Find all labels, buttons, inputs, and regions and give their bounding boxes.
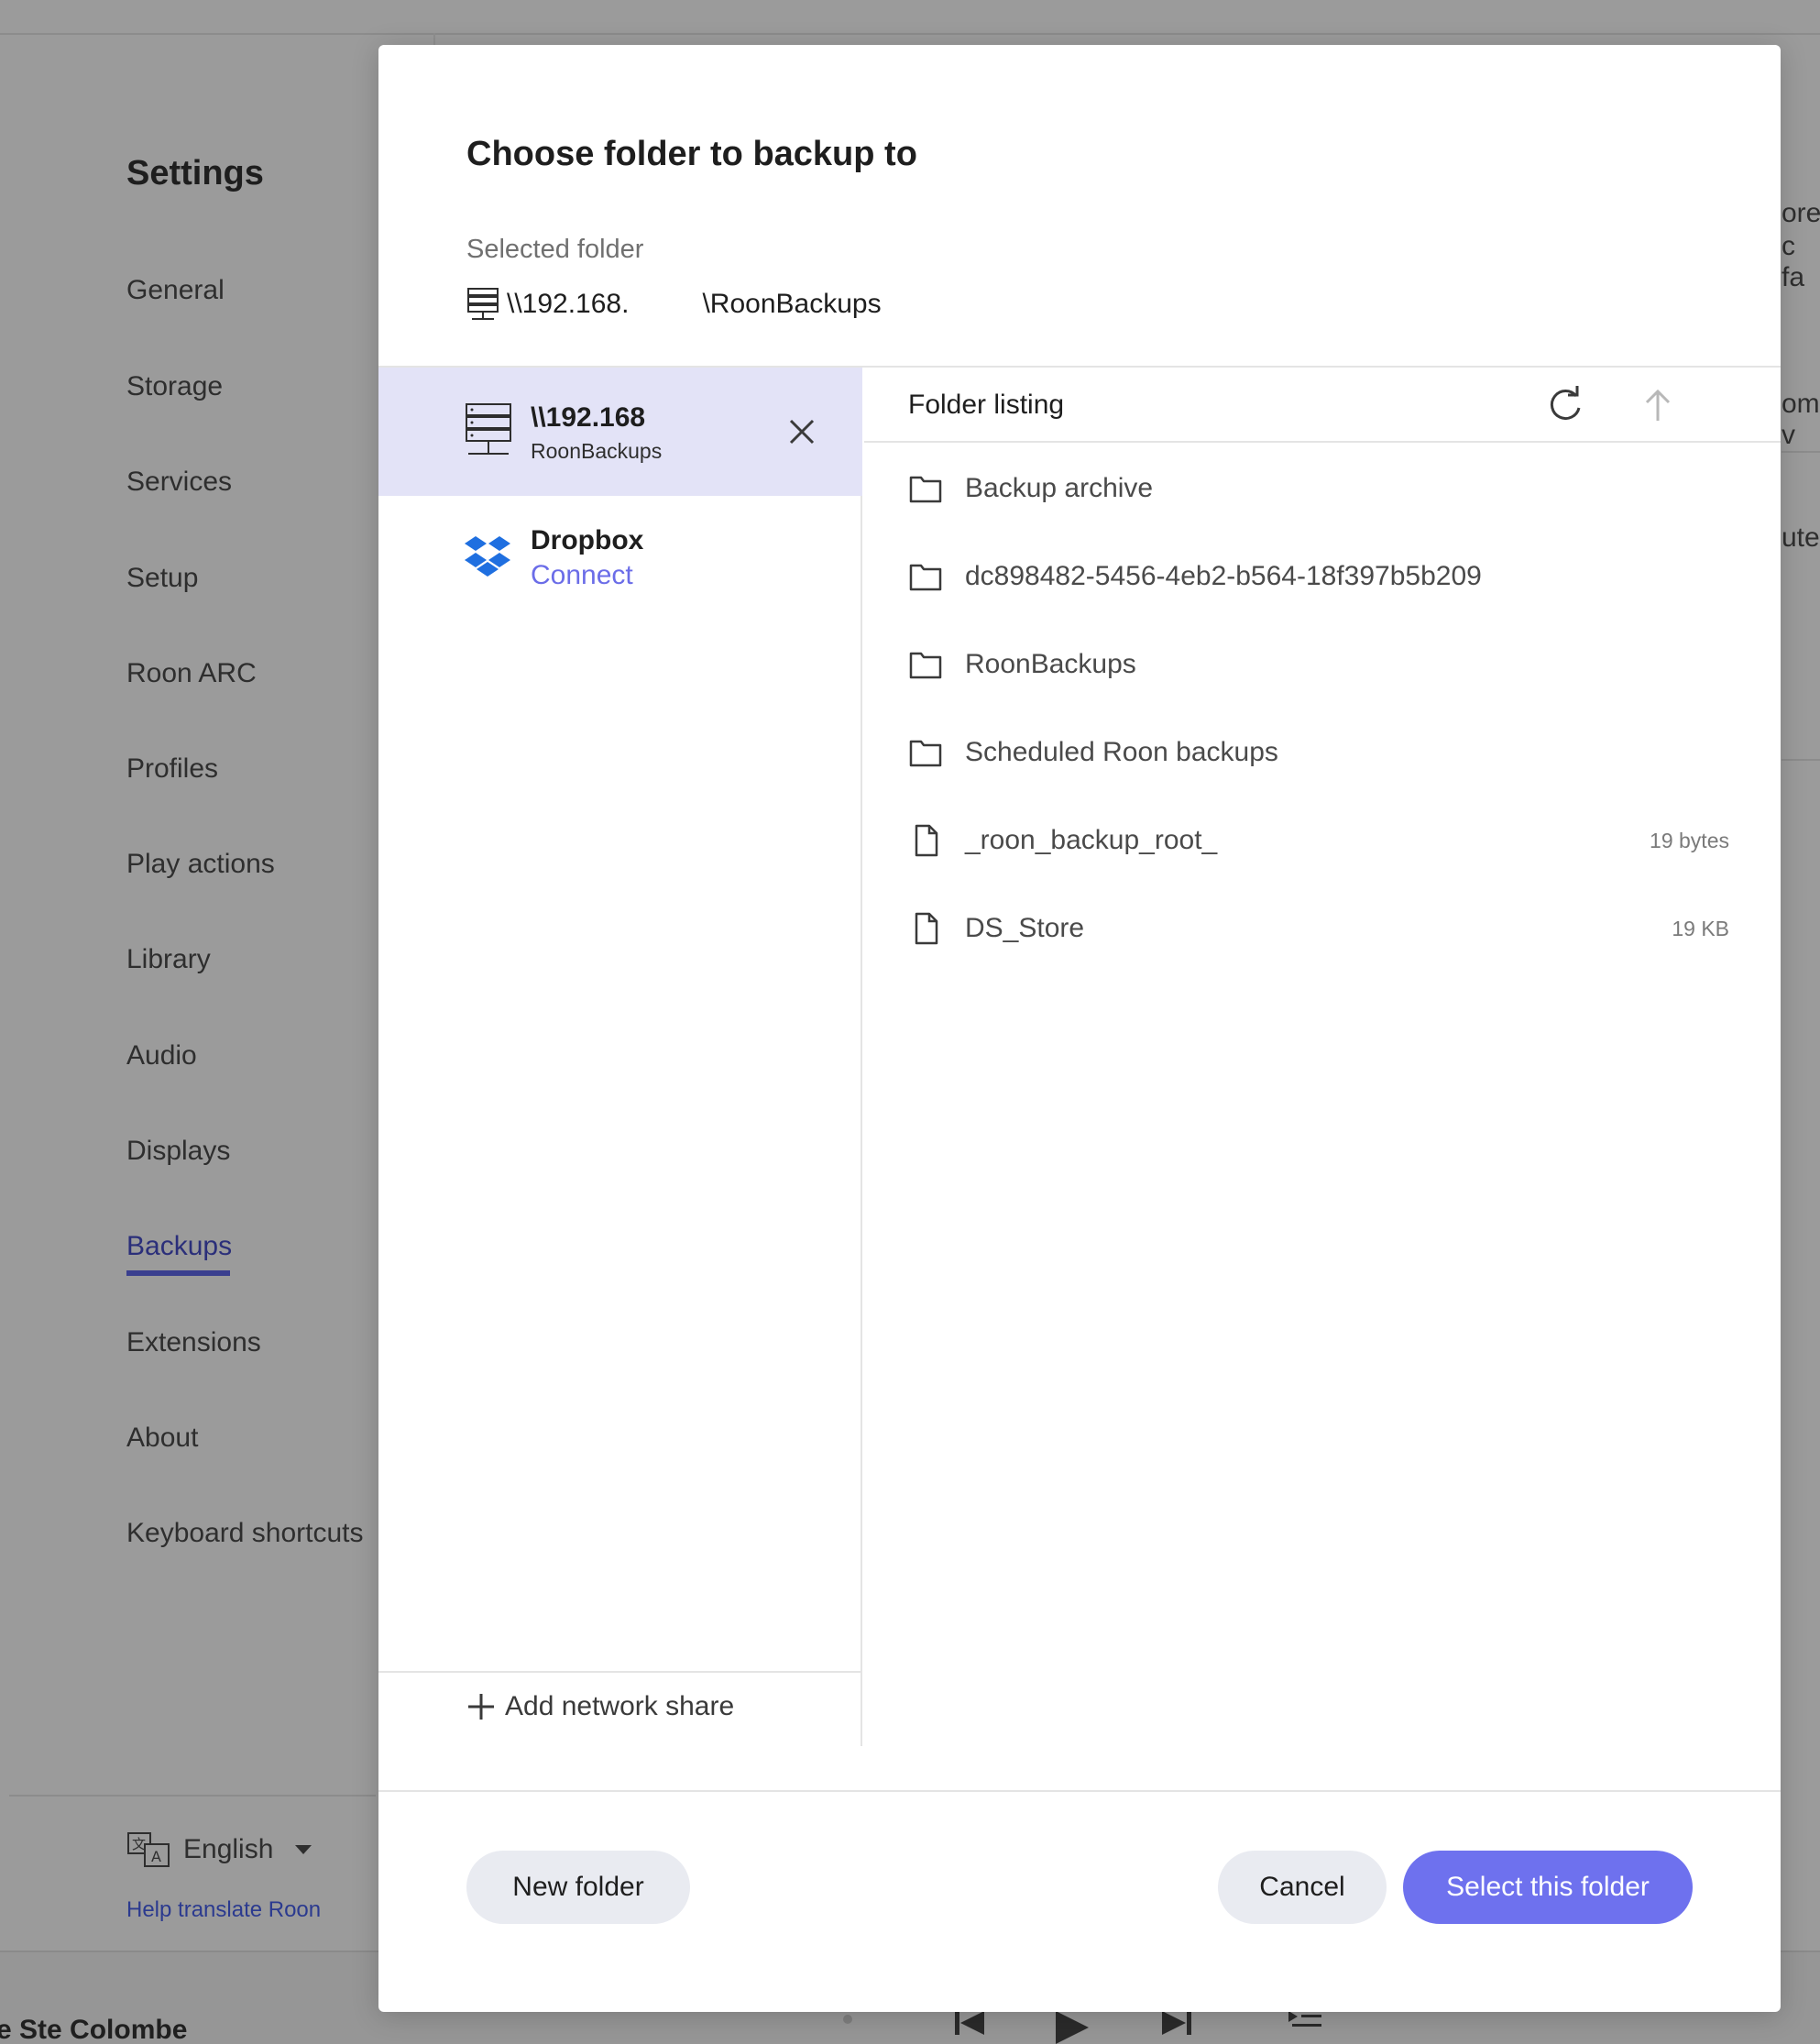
add-share-divider (378, 1671, 862, 1673)
nav-item-library[interactable]: Library (126, 944, 211, 975)
active-nav-underline (126, 1270, 230, 1276)
add-network-share-button[interactable]: Add network share (466, 1691, 734, 1722)
nav-item-backups[interactable]: Backups (126, 1231, 232, 1262)
nav-item-play-actions[interactable]: Play actions (126, 849, 275, 880)
cancel-button[interactable]: Cancel (1218, 1851, 1387, 1924)
selected-path-prefix: \\192.168. (507, 289, 630, 319)
nav-item-services[interactable]: Services (126, 467, 232, 498)
file-item[interactable]: DS_Store 19 KB (908, 885, 1751, 973)
dropbox-item[interactable]: Dropbox Connect (378, 496, 862, 597)
background-fragment: om v (1782, 389, 1820, 450)
network-share-item[interactable]: \\192.168 RoonBackups (378, 368, 862, 496)
folder-listing-header: Folder listing (864, 368, 1781, 443)
nav-item-keyboard-shortcuts[interactable]: Keyboard shortcuts (126, 1518, 363, 1549)
folder-icon (909, 652, 942, 679)
footer-divider (378, 1790, 1781, 1792)
nav-item-profiles[interactable]: Profiles (126, 753, 218, 785)
new-folder-button[interactable]: New folder (466, 1851, 690, 1924)
nav-item-extensions[interactable]: Extensions (126, 1327, 261, 1358)
language-label: English (183, 1834, 274, 1864)
server-icon (466, 403, 511, 455)
item-name: Scheduled Roon backups (965, 737, 1278, 767)
folder-item[interactable]: Backup archive (908, 445, 1751, 533)
file-item[interactable]: _roon_backup_root_ 19 bytes (908, 797, 1751, 885)
background-divider (1782, 759, 1820, 761)
item-name: Backup archive (965, 473, 1154, 503)
background-divider (1782, 451, 1820, 453)
caret-down-icon (295, 1845, 312, 1854)
shares-pane: \\192.168 RoonBackups Dropbox Connect Ad… (378, 368, 862, 1746)
share-host: \\192.168 (531, 402, 646, 433)
add-network-share-label: Add network share (505, 1691, 735, 1721)
dialog-title: Choose folder to backup to (466, 135, 917, 173)
dropbox-connect-link[interactable]: Connect (531, 560, 633, 591)
nav-item-about[interactable]: About (126, 1423, 198, 1454)
help-translate-link[interactable]: Help translate Roon (126, 1897, 321, 1923)
top-divider (0, 33, 1820, 35)
choose-folder-dialog: Choose folder to backup to Selected fold… (378, 45, 1781, 2012)
dot-icon (843, 2015, 852, 2024)
folder-listing-title: Folder listing (908, 390, 1065, 420)
item-name: dc898482-5456-4eb2-b564-18f397b5b209 (965, 561, 1482, 591)
background-fragment: ore (1782, 198, 1820, 228)
arrow-up-icon[interactable] (1639, 386, 1676, 424)
nav-item-roon-arc[interactable]: Roon ARC (126, 658, 257, 689)
svg-text:文: 文 (132, 1836, 146, 1852)
item-name: _roon_backup_root_ (965, 825, 1218, 855)
nav-item-general[interactable]: General (126, 275, 225, 306)
nav-item-audio[interactable]: Audio (126, 1040, 197, 1071)
background-fragment: ute (1782, 522, 1820, 553)
item-size: 19 KB (1672, 916, 1729, 940)
folder-item[interactable]: dc898482-5456-4eb2-b564-18f397b5b209 (908, 533, 1751, 621)
item-name: DS_Store (965, 913, 1085, 943)
svg-text:A: A (151, 1848, 161, 1865)
folder-item[interactable]: RoonBackups (908, 621, 1751, 709)
language-selector[interactable]: 文 A English (126, 1831, 312, 1868)
settings-title: Settings (126, 154, 264, 192)
remove-share-close-icon[interactable] (784, 413, 820, 450)
nav-item-storage[interactable]: Storage (126, 371, 223, 402)
select-this-folder-button[interactable]: Select this folder (1403, 1851, 1693, 1924)
item-name: RoonBackups (965, 649, 1136, 679)
server-icon (467, 288, 499, 320)
nav-item-setup[interactable]: Setup (126, 563, 198, 594)
selected-folder-label: Selected folder (466, 235, 644, 264)
now-playing-title[interactable]: e Ste Colombe (0, 2015, 187, 2044)
folder-icon (909, 476, 942, 503)
folder-item[interactable]: Scheduled Roon backups (908, 709, 1751, 797)
background-fragment: c fa (1782, 231, 1805, 292)
selected-folder-path: \\192.168. \RoonBackups (466, 287, 882, 322)
folder-icon (909, 564, 942, 591)
plus-icon (468, 1694, 494, 1720)
file-icon (915, 824, 938, 857)
item-size: 19 bytes (1650, 828, 1729, 852)
file-icon (915, 912, 938, 945)
nav-item-displays[interactable]: Displays (126, 1136, 230, 1167)
folder-listing-pane: Folder listing Backup archive dc898482-5… (864, 368, 1781, 1746)
dropbox-icon (465, 536, 510, 577)
share-name: RoonBackups (531, 439, 663, 463)
translate-icon: 文 A (127, 1832, 170, 1867)
language-divider (9, 1795, 376, 1797)
dropbox-label: Dropbox (531, 525, 644, 555)
selected-path-suffix: \RoonBackups (702, 289, 882, 319)
refresh-icon[interactable] (1546, 386, 1584, 424)
folder-icon (909, 740, 942, 767)
